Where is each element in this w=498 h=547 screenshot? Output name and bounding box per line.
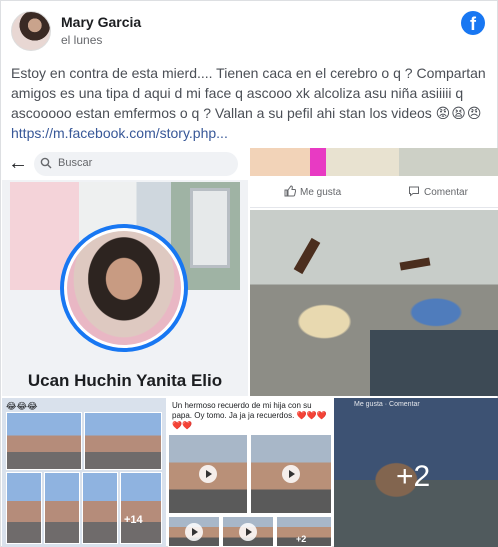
like-label: Me gusta [300,187,342,198]
screenshot-top-strip [250,148,498,176]
overlay-top-text: Me gusta · Comentar [354,401,420,408]
photo-collage-middle[interactable]: Un hermoso recuerdo de mi hija con su pa… [168,398,332,547]
post-body: Estoy en contra de esta mierd.... Tienen… [11,65,486,121]
cover-window [190,188,230,268]
post-link[interactable]: https://m.facebook.com/story.php... [11,125,228,141]
play-icon[interactable] [282,465,300,483]
more-photos-count[interactable]: +2 [396,460,430,494]
screenshot-comment: Comentar [408,185,468,198]
screenshot-search-box: Buscar [34,152,238,176]
screenshot-action-bar: Me gusta Comentar [250,176,498,208]
play-icon[interactable] [239,523,257,541]
collage-emojis: 😂😂😂 [6,401,38,411]
author-avatar[interactable] [11,11,51,51]
search-placeholder: Buscar [58,157,93,169]
collage-more-count: +14 [124,514,143,526]
post-timestamp[interactable]: el lunes [61,33,102,47]
search-icon [40,157,52,169]
comment-icon [409,186,419,197]
screenshot-topbar: ← Buscar [2,148,248,180]
post-header: Mary Garcia el lunes f [11,11,489,51]
photo-kids-drinking[interactable]: Me gusta Comentar [250,148,498,396]
profile-name: Ucan Huchin Yanita Elio [27,371,223,390]
profile-picture [60,224,188,352]
back-arrow-icon: ← [8,152,28,174]
photo-more-overlay[interactable]: Me gusta · Comentar +2 [334,398,498,547]
kids-photo [250,210,498,396]
photo-profile-screenshot[interactable]: ← Buscar Ucan Huchin Yanita Elio [2,148,248,396]
thumbs-up-icon [284,185,296,197]
collage-caption: Un hermoso recuerdo de mi hija con su pa… [172,401,328,431]
play-icon[interactable] [185,523,203,541]
caption-text: Un hermoso recuerdo de mi hija con su pa… [172,401,312,420]
post-emojis: 😡😫😠 [435,105,483,121]
comment-label: Comentar [424,187,468,198]
photo-collage-left[interactable]: 😂😂😂 +14 [2,398,166,547]
collage-more-count: +2 [296,534,307,544]
screenshot-like: Me gusta [284,185,341,198]
play-icon[interactable] [199,465,217,483]
facebook-icon[interactable]: f [461,11,485,35]
author-name[interactable]: Mary Garcia [61,14,141,30]
facebook-post: Mary Garcia el lunes f Estoy en contra d… [0,0,498,547]
post-text: Estoy en contra de esta mierd.... Tienen… [11,63,489,143]
